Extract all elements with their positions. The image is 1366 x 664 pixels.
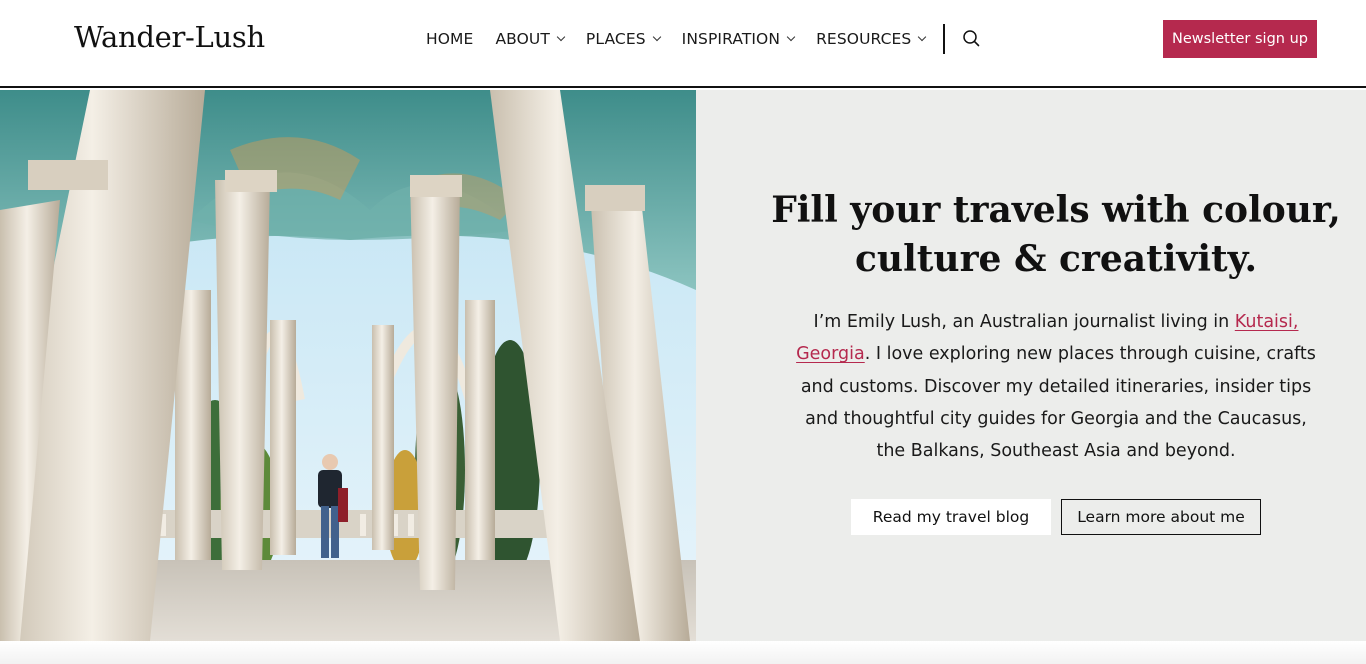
chevron-down-icon [786, 32, 796, 42]
nav-divider [943, 24, 945, 54]
intro-text: . I love exploring new places through cu… [800, 344, 1316, 462]
hero-intro-text: I’m Emily Lush, an Australian journalist… [791, 306, 1321, 467]
nav-label: RESOURCES [816, 30, 912, 48]
chevron-down-icon [652, 32, 661, 42]
hero-title-line: Fill your travels with colour, [771, 189, 1341, 231]
nav-label: PLACES [585, 30, 646, 48]
hero-photo-illustration [0, 90, 696, 641]
learn-more-about-me-button[interactable]: Learn more about me [1061, 499, 1261, 535]
hero-intro-panel: Fill your travels with colour, culture &… [696, 90, 1366, 641]
read-travel-blog-button[interactable]: Read my travel blog [851, 499, 1051, 535]
nav-item-inspiration[interactable]: INSPIRATION [681, 30, 796, 48]
chevron-down-icon [918, 32, 927, 42]
site-logo[interactable]: Wander-Lush [74, 20, 265, 54]
nav-item-about[interactable]: ABOUT [495, 30, 566, 48]
main-nav: HOME ABOUT PLACES INSPIRATION RESOURCES [426, 28, 947, 50]
nav-label: HOME [426, 30, 474, 48]
hero-title-line: culture & creativity. [855, 238, 1257, 280]
nav-item-places[interactable]: PLACES [585, 30, 661, 48]
chevron-down-icon [556, 32, 566, 42]
search-icon [963, 30, 980, 47]
next-section-edge [0, 641, 1366, 664]
hero-title: Fill your travels with colour, culture &… [696, 186, 1366, 284]
nav-label: INSPIRATION [681, 30, 781, 48]
site-header: Wander-Lush HOME ABOUT PLACES INSPIRATIO… [0, 0, 1366, 88]
nav-item-resources[interactable]: RESOURCES [816, 30, 927, 48]
nav-label: ABOUT [495, 30, 550, 48]
newsletter-signup-button[interactable]: Newsletter sign up [1163, 20, 1317, 58]
nav-item-home[interactable]: HOME [426, 30, 473, 48]
intro-text: I’m Emily Lush, an Australian journalist… [813, 312, 1235, 332]
hero-section: Fill your travels with colour, culture &… [0, 90, 1366, 641]
search-button[interactable] [962, 29, 982, 49]
hero-image [0, 90, 696, 641]
